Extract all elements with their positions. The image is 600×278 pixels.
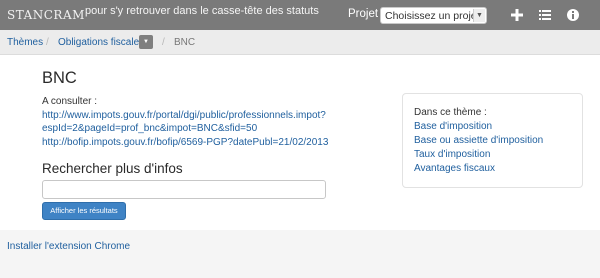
url-link-bofip[interactable]: http://bofip.impots.gouv.fr/bofip/6569-P… — [42, 137, 328, 148]
url-link-impots[interactable]: http://www.impots.gouv.fr/portal/dgi/pub… — [42, 110, 326, 121]
url-link-impots-cont[interactable]: espId=2&pageId=prof_bnc&impot=BNC&sfid=5… — [42, 123, 257, 134]
projet-select[interactable]: Choisissez un projet ▼ — [380, 7, 487, 24]
search-submit-button[interactable]: Afficher les résultats — [42, 202, 126, 220]
select-arrow-icon: ▼ — [473, 9, 485, 22]
search-title: Rechercher plus d'infos — [42, 161, 183, 176]
list-icon[interactable] — [538, 8, 552, 22]
tagline: pour s'y retrouver dans le casse-tête de… — [85, 5, 319, 17]
breadcrumb-separator: / — [46, 37, 49, 48]
theme-panel-title: Dans ce thème : — [414, 107, 487, 118]
theme-link-base-assiette[interactable]: Base ou assiette d'imposition — [414, 135, 543, 146]
projet-select-value: Choisissez un projet — [385, 10, 480, 22]
logo[interactable]: STANCRAM — [6, 3, 84, 27]
info-icon[interactable] — [566, 8, 580, 22]
theme-link-avantages-fiscaux[interactable]: Avantages fiscaux — [414, 163, 495, 174]
theme-link-taux-imposition[interactable]: Taux d'imposition — [414, 149, 490, 160]
breadcrumb-obligations-fiscales[interactable]: Obligations fiscales — [58, 37, 144, 48]
page-title: BNC — [42, 69, 77, 87]
consult-label: A consulter : — [42, 96, 98, 107]
breadcrumb-current: BNC — [174, 37, 196, 48]
theme-link-base-imposition[interactable]: Base d'imposition — [414, 121, 492, 132]
top-navbar: STANCRAM pour s'y retrouver dans le cass… — [0, 0, 600, 30]
breadcrumb-separator: / — [162, 37, 165, 48]
logo-text: STANCRAM — [7, 8, 85, 22]
plus-icon[interactable] — [510, 8, 524, 22]
main-content: BNC A consulter : http://www.impots.gouv… — [0, 55, 600, 230]
search-input[interactable] — [42, 180, 326, 199]
breadcrumb-dropdown-icon[interactable]: ▼ — [139, 35, 153, 49]
projet-label: Projet : — [348, 8, 385, 20]
install-chrome-extension-link[interactable]: Installer l'extension Chrome — [7, 241, 130, 252]
breadcrumb-themes[interactable]: Thèmes — [7, 37, 43, 48]
theme-panel: Dans ce thème : Base d'imposition Base o… — [402, 93, 583, 188]
breadcrumb: Thèmes / Obligations fiscales ▼ / BNC — [0, 30, 600, 55]
